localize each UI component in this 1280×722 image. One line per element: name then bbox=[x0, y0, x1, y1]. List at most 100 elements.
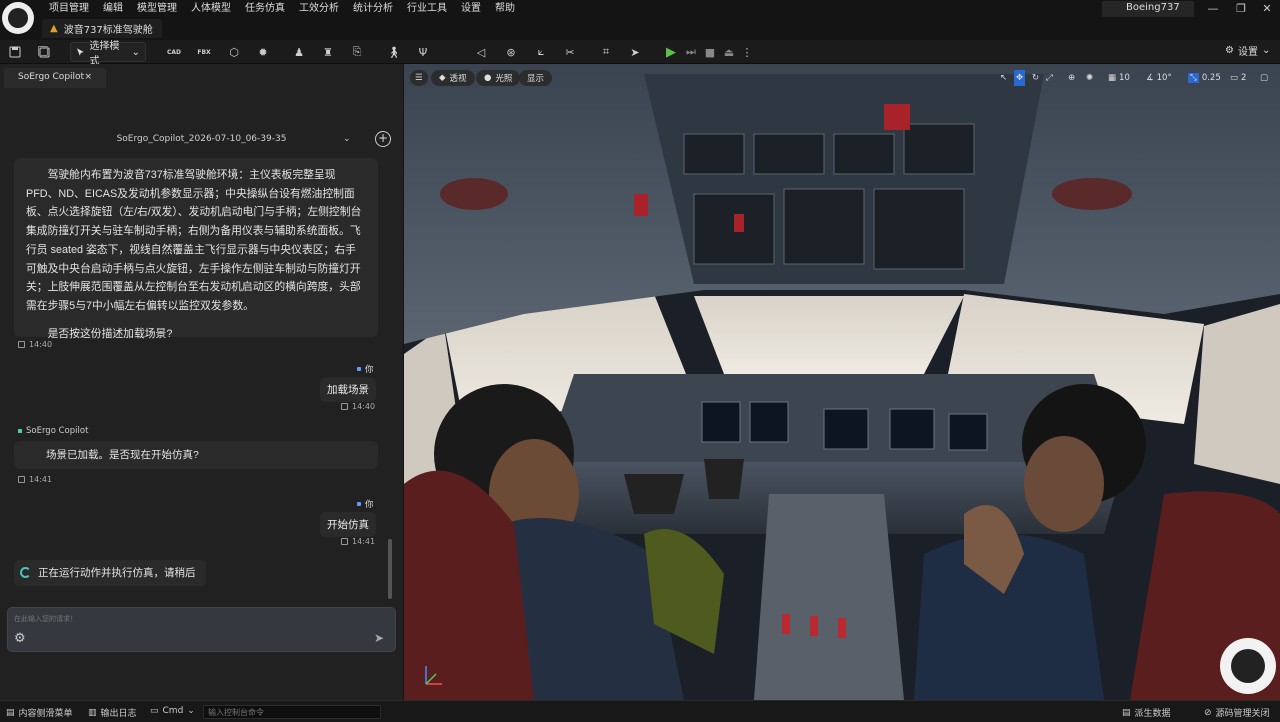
menu-project[interactable]: 项目管理 bbox=[42, 2, 96, 16]
menu-ergonomics[interactable]: 工效分析 bbox=[292, 2, 346, 16]
mannequin-pose-icon[interactable]: ♜ bbox=[319, 43, 337, 61]
menu-help[interactable]: 帮助 bbox=[488, 2, 522, 16]
cmd-dropdown[interactable]: ▭ Cmd ⌄ bbox=[150, 706, 195, 716]
copy-icon[interactable] bbox=[18, 476, 25, 483]
menu-settings[interactable]: 设置 bbox=[454, 2, 488, 16]
copy-icon[interactable] bbox=[341, 403, 348, 410]
rotate-tool-icon[interactable]: ↻ bbox=[1032, 70, 1039, 86]
measure-icon[interactable]: ⟀ bbox=[532, 43, 550, 61]
stop-icon[interactable]: ■ bbox=[701, 43, 719, 61]
copy-icon[interactable] bbox=[341, 538, 348, 545]
user-message: 加载场景 bbox=[320, 377, 376, 402]
show-button[interactable]: 显示 bbox=[519, 70, 553, 86]
restore-button[interactable]: ❐ bbox=[1227, 2, 1255, 15]
menu-industry-tools[interactable]: 行业工具 bbox=[400, 2, 454, 16]
step-icon[interactable]: ⏭ bbox=[682, 43, 700, 61]
angle-icon: ∡ bbox=[1146, 73, 1154, 83]
message-timestamp: 14:40 bbox=[341, 402, 375, 411]
export-icon[interactable]: ⎘ bbox=[348, 43, 366, 61]
main-menu: 项目管理 编辑 模型管理 人体模型 任务仿真 工效分析 统计分析 行业工具 设置… bbox=[42, 2, 522, 16]
copilot-tab[interactable]: SoErgo Copilot × bbox=[4, 68, 106, 88]
assistant-message: 场景已加载。是否现在开始仿真? bbox=[14, 441, 378, 469]
send-icon[interactable]: ➤ bbox=[626, 43, 644, 61]
grid-snap[interactable]: ▦ 10 bbox=[1108, 70, 1130, 86]
output-log-button[interactable]: ▥ 输出日志 bbox=[88, 706, 137, 720]
new-chat-button[interactable]: + bbox=[375, 131, 391, 147]
eject-icon[interactable]: ⏏ bbox=[720, 43, 738, 61]
maximize-viewport-icon[interactable]: ▢ bbox=[1260, 70, 1268, 86]
user-label: 你 bbox=[357, 498, 374, 510]
select-tool-icon[interactable]: ↖ bbox=[1000, 70, 1007, 86]
menu-human-model[interactable]: 人体模型 bbox=[184, 2, 238, 16]
gear-icon[interactable]: ⚙ bbox=[14, 631, 26, 646]
surface-snap-icon[interactable]: ✺ bbox=[1086, 70, 1093, 86]
document-tab[interactable]: ▲ 波音737标准驾驶舱 bbox=[42, 19, 162, 38]
camera-speed[interactable]: ▭ 2 bbox=[1230, 70, 1246, 86]
message-text: 驾驶舱内布置为波音737标准驾驶舱环境：主仪表板完整呈现PFD、ND、EICAS… bbox=[26, 169, 362, 312]
cursor-icon bbox=[76, 48, 84, 56]
source-control-icon: ⊘ bbox=[1204, 707, 1212, 718]
status-bar: ▤内容侧滑菜单 ▥输出日志 ▭Cmd⌄ ▤派生数据 ⊘源码管理关闭 bbox=[0, 700, 1280, 722]
translate-tool-icon[interactable]: ✥ bbox=[1014, 70, 1026, 86]
select-mode-dropdown[interactable]: 选择模式 ⌄ bbox=[70, 41, 146, 67]
close-tab-icon[interactable]: × bbox=[84, 72, 92, 84]
light-icon[interactable]: ✹ bbox=[254, 43, 272, 61]
more-icon[interactable]: ⋮ bbox=[738, 43, 756, 61]
message-text: 是否按这份描述加载场景? bbox=[47, 327, 173, 340]
chevron-down-icon: ⌄ bbox=[131, 46, 140, 58]
copy-icon[interactable] bbox=[18, 341, 25, 348]
scale-snap[interactable]: ⤡ 0.25 bbox=[1188, 70, 1221, 86]
viewport-toolbar: ☰ ◆ 透视 ● 光照 显示 ↖ ✥ ↻ ⤢ ⊕ ✺ ▦ 10 ∡ 10° ⤡ 0.25 … bbox=[404, 64, 1280, 94]
derived-data-button[interactable]: ▤ 派生数据 bbox=[1122, 706, 1171, 720]
tools-icon[interactable]: ✂ bbox=[561, 43, 579, 61]
axis-gizmo-icon bbox=[425, 666, 442, 685]
hamburger-menu-icon[interactable]: ☰ bbox=[410, 70, 428, 86]
cad-import-icon[interactable]: CAD bbox=[165, 43, 183, 61]
sphere-icon: ● bbox=[484, 73, 492, 83]
walk-icon[interactable]: 🚶︎ bbox=[385, 43, 403, 61]
content-drawer-button[interactable]: ▤ 内容侧滑菜单 bbox=[6, 706, 73, 720]
world-icon[interactable]: ⊕ bbox=[1068, 70, 1075, 86]
menu-statistics[interactable]: 统计分析 bbox=[346, 2, 400, 16]
chat-scrollbar[interactable] bbox=[388, 539, 392, 599]
console-command-input[interactable] bbox=[203, 705, 381, 719]
camera-icon[interactable]: ◁ bbox=[472, 43, 490, 61]
select-mode-label: 选择模式 bbox=[89, 41, 120, 67]
steering-icon[interactable]: ⊛ bbox=[502, 43, 520, 61]
chat-input-box[interactable] bbox=[7, 607, 396, 652]
lighting-button[interactable]: ● 光照 bbox=[476, 70, 521, 86]
crop-icon[interactable]: ⌗ bbox=[597, 43, 615, 61]
menu-model[interactable]: 模型管理 bbox=[130, 2, 184, 16]
view-mode-button[interactable]: ◆ 透视 bbox=[431, 70, 475, 86]
source-control-button[interactable]: ⊘ 源码管理关闭 bbox=[1204, 706, 1270, 720]
play-icon[interactable]: ▶ bbox=[662, 43, 680, 61]
scene-viewport[interactable]: ☰ ◆ 透视 ● 光照 显示 ↖ ✥ ↻ ⤢ ⊕ ✺ ▦ 10 ∡ 10° ⤡ 0.25 … bbox=[404, 64, 1280, 700]
cube-icon[interactable]: ⬡ bbox=[225, 43, 243, 61]
close-button[interactable]: ✕ bbox=[1253, 2, 1280, 15]
save-all-icon[interactable] bbox=[35, 43, 53, 61]
menu-edit[interactable]: 编辑 bbox=[96, 2, 130, 16]
minimize-button[interactable]: — bbox=[1199, 2, 1227, 15]
chevron-down-icon[interactable]: ⌄ bbox=[343, 134, 351, 144]
save-icon[interactable] bbox=[6, 43, 24, 61]
copilot-panel: SoErgo Copilot × SoErgo_Copilot_2026-07-… bbox=[0, 64, 403, 700]
mannequin-icon[interactable]: ♟ bbox=[290, 43, 308, 61]
cube-icon: ◆ bbox=[439, 73, 446, 83]
scale-tool-icon[interactable]: ⤢ bbox=[1046, 70, 1053, 86]
angle-snap[interactable]: ∡ 10° bbox=[1146, 70, 1172, 86]
user-label: 你 bbox=[357, 363, 374, 375]
bot-name: SoErgo Copilot bbox=[18, 426, 88, 436]
camera-icon: ▭ bbox=[1230, 73, 1239, 83]
fbx-import-icon[interactable]: FBX bbox=[195, 43, 213, 61]
settings-button[interactable]: ⚙ 设置 ⌄ bbox=[1225, 43, 1270, 58]
send-icon[interactable]: ➤ bbox=[374, 631, 384, 645]
settings-label: 设置 bbox=[1237, 47, 1258, 58]
user-dot-icon bbox=[357, 367, 361, 371]
menu-task-sim[interactable]: 任务仿真 bbox=[238, 2, 292, 16]
message-timestamp: 14:41 bbox=[18, 475, 52, 484]
skeleton-icon[interactable]: Ψ bbox=[414, 43, 432, 61]
chat-input[interactable] bbox=[14, 612, 384, 626]
toolbar: 选择模式 ⌄ CAD FBX ⬡ ✹ ♟ ♜ ⎘ 🚶︎ Ψ ◁ ⊛ ⟀ ✂ ⌗ … bbox=[0, 40, 1280, 67]
user-dot-icon bbox=[357, 502, 361, 506]
log-icon: ▥ bbox=[88, 707, 97, 718]
